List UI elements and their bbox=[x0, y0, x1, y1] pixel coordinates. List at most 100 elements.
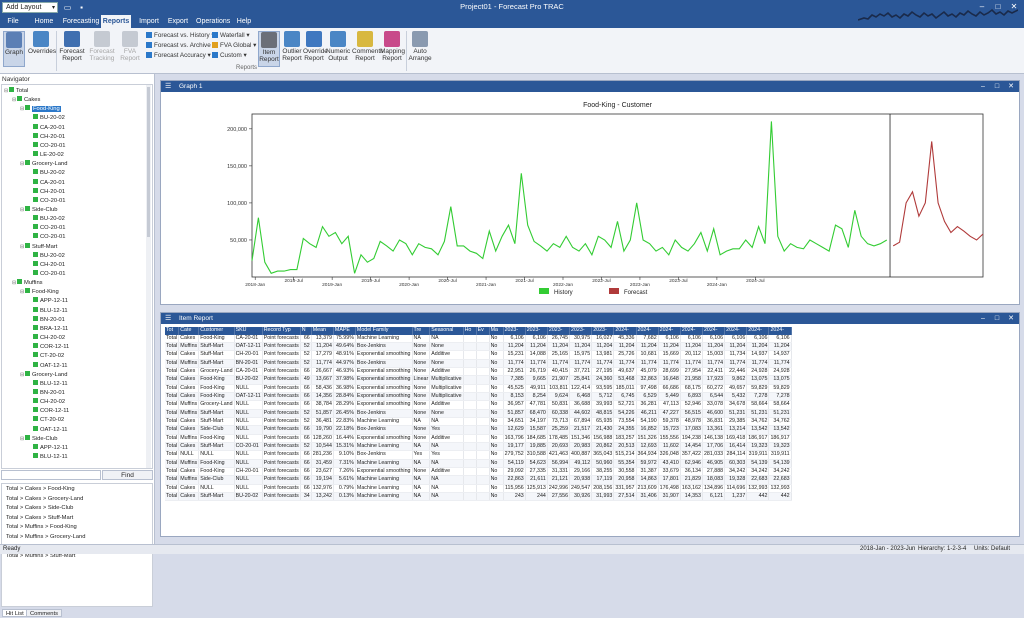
column-header[interactable]: Mean bbox=[311, 327, 334, 335]
column-header[interactable]: 2024- bbox=[658, 327, 681, 335]
hit-list-item[interactable]: Total > Cakes > Side-Club bbox=[6, 505, 73, 511]
find-button[interactable]: Find bbox=[102, 470, 153, 480]
tree-item-sku[interactable]: LE-20-02 bbox=[28, 151, 64, 158]
tree-item-sku[interactable]: BLU-12-11 bbox=[28, 306, 68, 314]
tree-item-sku[interactable]: CO-20-01 bbox=[28, 141, 65, 149]
column-header[interactable]: 2024- bbox=[636, 327, 659, 335]
table-row[interactable]: Total Cakes Food-King CA-20-01 Point forecas… bbox=[165, 334, 792, 343]
tree-item-sku[interactable]: BU-20-02 bbox=[28, 169, 65, 176]
table-row[interactable]: Total Muffins Side-Club NULL Point forecasts… bbox=[165, 475, 792, 485]
column-header[interactable]: Seasonal bbox=[429, 327, 464, 335]
maximize-icon[interactable]: □ bbox=[991, 81, 1003, 92]
column-header[interactable]: Ho bbox=[463, 327, 477, 335]
tree-item-sku[interactable]: CO-20-01 bbox=[28, 270, 65, 277]
outlier-report-button[interactable]: Outlier Report bbox=[282, 31, 302, 67]
hit-list-item[interactable]: Total > Cakes > Stuff-Mart bbox=[6, 515, 73, 521]
column-header[interactable]: 2023- bbox=[525, 327, 548, 335]
hit-list-item[interactable]: Total > Muffins > Stuff-Mart bbox=[6, 553, 75, 559]
tree-item-sku[interactable]: COR-12-11 bbox=[28, 343, 69, 350]
tab-help[interactable]: Help bbox=[235, 15, 253, 28]
column-header[interactable]: Record Typ bbox=[262, 327, 301, 335]
table-row[interactable]: Total Muffins Grocery-Land NULL Point foreca… bbox=[165, 400, 792, 410]
maximize-icon[interactable]: □ bbox=[991, 313, 1003, 324]
column-header[interactable]: 2023- bbox=[547, 327, 571, 335]
forecast-accuracy-button[interactable]: Forecast Accuracy ▾ bbox=[146, 51, 211, 60]
tree-item-group[interactable]: ⊟ Grocery-Land bbox=[20, 370, 67, 378]
table-row[interactable]: Total Muffins Food-King NULL Point forecasts… bbox=[165, 434, 792, 443]
column-header[interactable]: N bbox=[300, 327, 312, 335]
tree-item-sku[interactable]: CO-20-01 bbox=[28, 224, 65, 231]
tab-comments[interactable]: Comments bbox=[26, 609, 63, 617]
table-row[interactable]: Total Cakes NULL NULL Point forecasts 66 132,9… bbox=[165, 484, 792, 494]
comments-report-button[interactable]: Comments Report bbox=[352, 31, 383, 67]
mapping-report-button[interactable]: Mapping Report bbox=[380, 31, 405, 67]
tree-item-sku[interactable]: CO-20-01 bbox=[28, 196, 65, 204]
table-row[interactable]: Total Cakes Food-King CH-20-01 Point forecas… bbox=[165, 467, 792, 477]
waterfall-button[interactable]: Waterfall ▾ bbox=[212, 31, 250, 40]
column-header[interactable]: SKU bbox=[234, 327, 263, 335]
tab-reports[interactable]: Reports bbox=[101, 15, 131, 28]
column-header[interactable]: 2024- bbox=[680, 327, 703, 335]
menu-icon[interactable]: ☰ bbox=[165, 81, 171, 92]
tree-item-group[interactable]: ⊟ Stuff-Mart bbox=[20, 242, 57, 250]
table-row[interactable]: Total Cakes Grocery-Land CA-20-01 Point fore… bbox=[165, 367, 792, 377]
table-row[interactable]: Total Cakes Side-Club NULL Point forecasts 66… bbox=[165, 425, 792, 435]
tree-item-sku[interactable]: BRA-12-11 bbox=[28, 324, 68, 332]
scrollbar-thumb[interactable] bbox=[147, 87, 150, 237]
table-row[interactable]: Total Muffins Stuff-Mart NULL Point forecast… bbox=[165, 409, 792, 418]
tree-item-sku[interactable]: CT-20-02 bbox=[28, 352, 64, 359]
minimize-icon[interactable]: – bbox=[977, 313, 989, 324]
column-header[interactable]: Ev bbox=[476, 327, 490, 335]
hierarchy-tree[interactable]: ⊟ Total ⊟ Cakes ⊟ Food-King BU-20-02 CA-20-01 CH… bbox=[1, 84, 153, 469]
forecast-tracking-button[interactable]: Forecast Tracking bbox=[88, 31, 116, 67]
column-header[interactable]: Model Family bbox=[355, 327, 413, 335]
column-header[interactable]: Cate bbox=[178, 327, 200, 335]
fva-report-button[interactable]: FVA Report bbox=[118, 31, 142, 67]
custom-button[interactable]: Custom ▾ bbox=[212, 51, 247, 60]
column-header[interactable]: 2024- bbox=[613, 327, 637, 335]
tree-item-sku[interactable]: APP-12-11 bbox=[28, 443, 68, 451]
table-row[interactable]: Total Cakes Food-King NULL Point forecasts 66… bbox=[165, 384, 792, 393]
tree-item-sku[interactable]: CO-20-01 bbox=[28, 233, 65, 240]
graph-button[interactable]: Graph bbox=[3, 31, 25, 67]
item-report-button[interactable]: Item Report bbox=[258, 31, 280, 67]
find-input[interactable] bbox=[1, 470, 101, 480]
column-header[interactable]: 2024- bbox=[768, 327, 792, 335]
tree-item-sku[interactable]: BU-20-02 bbox=[28, 114, 65, 121]
tree-item-sku[interactable]: CA-20-01 bbox=[28, 123, 65, 131]
tree-item-group[interactable]: ⊟ Side-Club bbox=[20, 205, 57, 213]
tree-item-sku[interactable]: BLU-12-11 bbox=[28, 453, 68, 460]
tree-item-group[interactable]: ⊟ Side-Club bbox=[20, 434, 57, 442]
tree-item-sku[interactable]: OAT-12-11 bbox=[28, 425, 68, 433]
tab-file[interactable]: File bbox=[4, 15, 22, 28]
tree-item-group[interactable]: ⊟ Food-King bbox=[20, 105, 61, 113]
table-row[interactable]: Total Cakes Stuff-Mart NULL Point forecasts 5… bbox=[165, 417, 792, 427]
tree-item-sku[interactable]: COR-12-11 bbox=[28, 407, 69, 414]
tree-item-sku[interactable]: BU-20-02 bbox=[28, 251, 65, 259]
forecast-vs-history-button[interactable]: Forecast vs. History ▾ bbox=[146, 31, 215, 40]
tab-forecasting[interactable]: Forecasting bbox=[62, 15, 100, 28]
tree-item-sku[interactable]: CH-20-01 bbox=[28, 187, 65, 195]
tree-item-sku[interactable]: CH-20-01 bbox=[28, 260, 65, 268]
tree-item-sku[interactable]: CH-20-01 bbox=[28, 132, 65, 140]
numeric-output-button[interactable]: Numeric Output bbox=[326, 31, 350, 67]
tree-item-sku[interactable]: OAT-12-11 bbox=[28, 361, 68, 369]
tab-operations[interactable]: Operations bbox=[196, 15, 230, 28]
tree-item-group[interactable]: ⊟ Grocery-Land bbox=[20, 160, 67, 167]
column-header[interactable]: Customer bbox=[198, 327, 235, 335]
tab-home[interactable]: Home bbox=[32, 15, 56, 28]
column-header[interactable]: 2024- bbox=[724, 327, 748, 335]
table-row[interactable]: Total Muffins Food-King NULL Point forecasts… bbox=[165, 459, 792, 469]
hit-list-item[interactable]: Total > Cakes > Food-King bbox=[6, 486, 75, 492]
tree-item-sku[interactable]: CA-20-01 bbox=[28, 178, 65, 186]
column-header[interactable]: 2024- bbox=[702, 327, 726, 335]
tree-item-sku[interactable]: APP-12-11 bbox=[28, 297, 68, 304]
close-icon[interactable]: ✕ bbox=[1005, 81, 1017, 92]
table-row[interactable]: Total Cakes Food-King OAT-12-11 Point foreca… bbox=[165, 392, 792, 402]
auto-arrange-button[interactable]: Auto Arrange bbox=[408, 31, 432, 67]
column-header[interactable]: MAPE bbox=[333, 327, 356, 335]
hit-list-item[interactable]: Total > Muffins > Grocery-Land bbox=[6, 534, 85, 540]
column-header[interactable]: 2023- bbox=[569, 327, 593, 335]
tree-item-sku[interactable]: BLU-12-11 bbox=[28, 379, 68, 387]
hit-list-item[interactable]: Total > Muffins > Food-King bbox=[6, 524, 77, 530]
